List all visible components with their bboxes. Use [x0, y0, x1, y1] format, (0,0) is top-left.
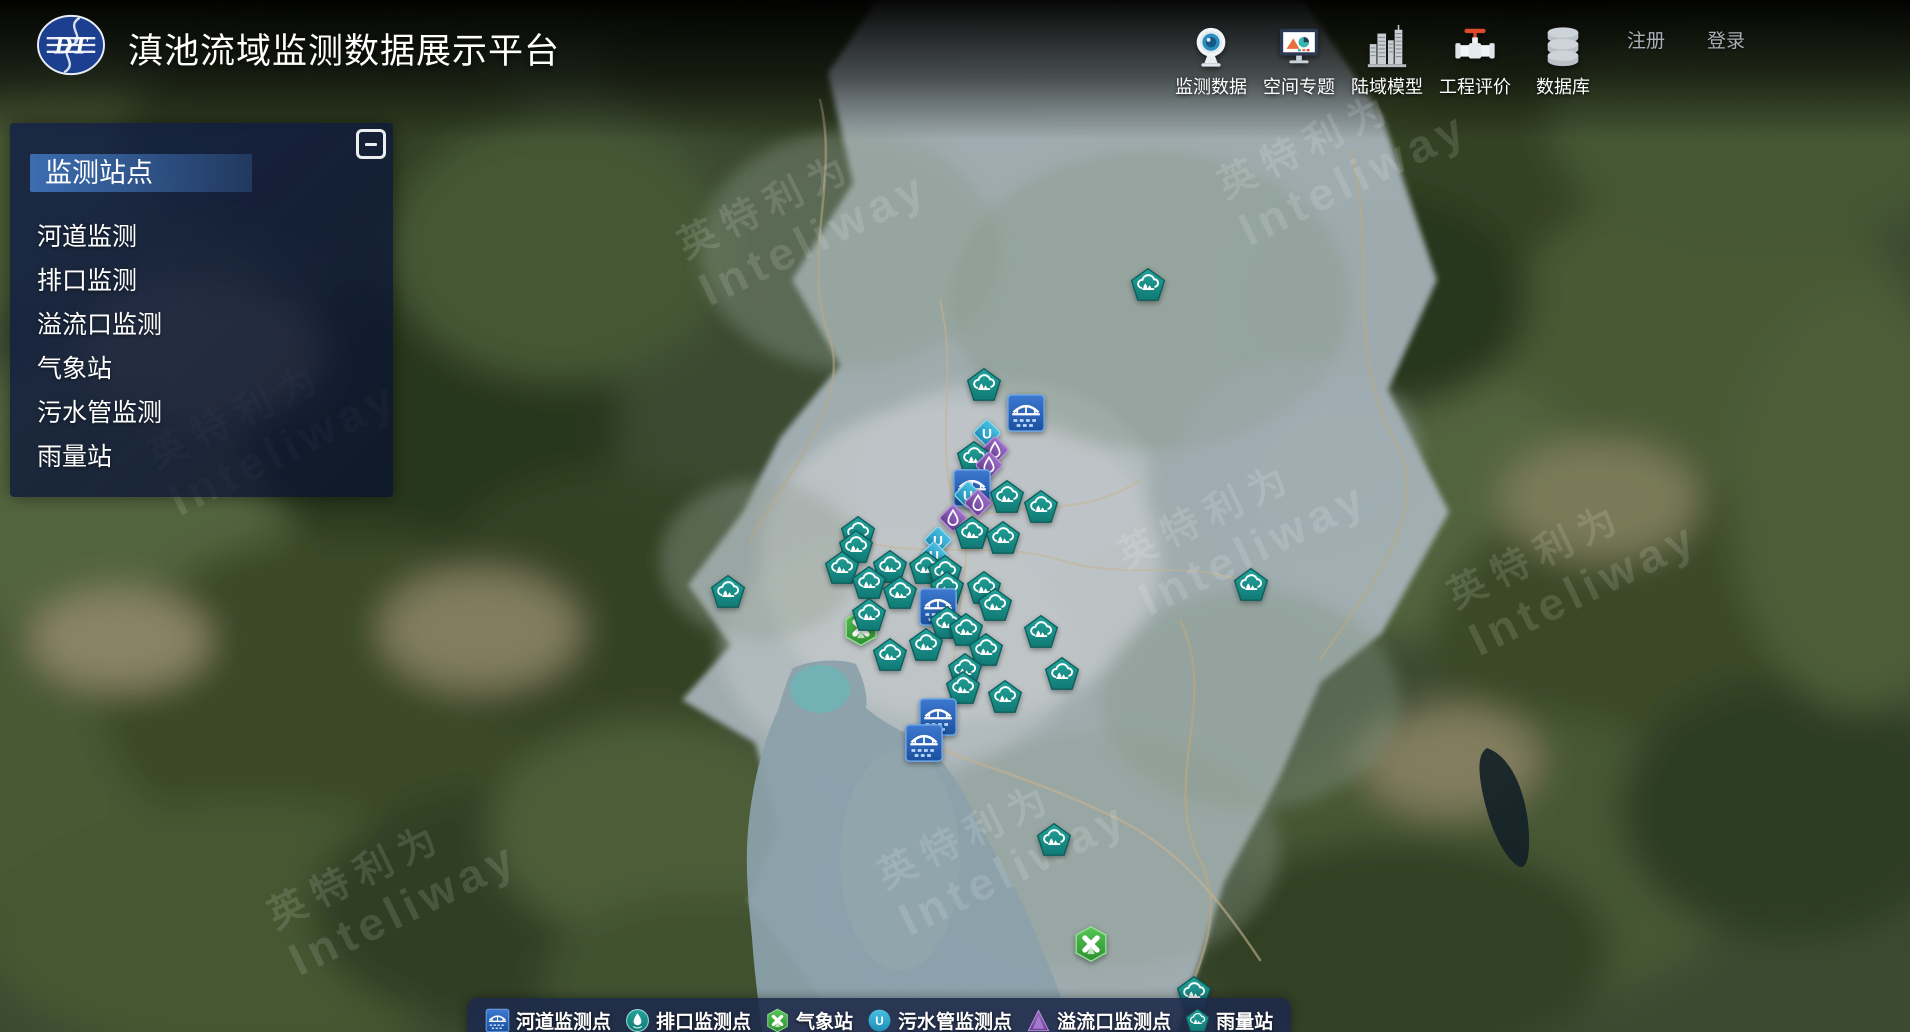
map-marker-rain[interactable]: [1233, 567, 1269, 603]
panel-menu: 河道监测 排口监测 溢流口监测 气象站 污水管监测 雨量站: [10, 215, 393, 479]
database-icon: [1539, 24, 1587, 70]
panel-item-sewage-monitoring[interactable]: 污水管监测: [37, 391, 393, 435]
nav-label: 陆域模型: [1351, 73, 1423, 99]
login-link[interactable]: 登录: [1707, 26, 1745, 53]
map-stage: U U: [0, 0, 1910, 1032]
city-buildings-icon: [1363, 24, 1411, 70]
legend-item-weather: 气象站: [765, 1007, 853, 1032]
nav-item-project-evaluation[interactable]: 工程评价: [1435, 24, 1515, 99]
overflow-station-icon: [1026, 1008, 1051, 1032]
top-bar: DT 滇池流域监测数据展示平台 监测数据: [0, 0, 1910, 112]
dt-globe-logo-icon: DT: [34, 12, 108, 78]
webcam-icon: [1187, 24, 1235, 70]
legend-label: 溢流口监测点: [1057, 1007, 1171, 1032]
river-station-icon: [485, 1008, 510, 1032]
map-marker-river[interactable]: [1006, 393, 1046, 433]
sewage-station-icon: [867, 1008, 892, 1032]
map-marker-rain[interactable]: [710, 574, 746, 610]
minimize-icon[interactable]: [356, 129, 386, 159]
register-link[interactable]: 注册: [1627, 26, 1665, 53]
legend-label: 河道监测点: [516, 1007, 611, 1032]
brand: DT 滇池流域监测数据展示平台: [34, 12, 560, 78]
legend-item-sewage: 污水管监测点: [867, 1007, 1012, 1032]
pipe-valve-icon: [1451, 24, 1499, 70]
legend-item-river: 河道监测点: [485, 1007, 611, 1032]
legend-label: 排口监测点: [656, 1007, 751, 1032]
panel-item-outlet-monitoring[interactable]: 排口监测: [37, 259, 393, 303]
main-nav: 监测数据 空间专题: [1171, 24, 1603, 99]
legend-item-outlet: 排口监测点: [625, 1007, 751, 1032]
legend-item-rain: 雨量站: [1185, 1007, 1273, 1032]
nav-item-spatial-topics[interactable]: 空间专题: [1259, 24, 1339, 99]
auth-links: 注册 登录: [1627, 26, 1745, 53]
svg-text:DT: DT: [53, 33, 89, 60]
outlet-station-icon: [625, 1008, 650, 1032]
legend-label: 雨量站: [1216, 1007, 1273, 1032]
weather-station-icon: [765, 1008, 790, 1032]
map-marker-river[interactable]: [904, 723, 944, 763]
nav-item-land-model[interactable]: 陆域模型: [1347, 24, 1427, 99]
map-marker-rain[interactable]: [851, 597, 887, 633]
map-marker-rain[interactable]: [872, 637, 908, 673]
map-marker-rain[interactable]: [966, 367, 1002, 403]
map-marker-rain[interactable]: [989, 479, 1025, 515]
map-marker-rain[interactable]: [1036, 822, 1072, 858]
monitoring-stations-panel: 监测站点 河道监测 排口监测 溢流口监测 气象站 污水管监测 雨量站: [10, 123, 393, 497]
panel-item-rain-gauge[interactable]: 雨量站: [37, 435, 393, 479]
panel-item-overflow-monitoring[interactable]: 溢流口监测: [37, 303, 393, 347]
map-marker-rain[interactable]: [985, 520, 1021, 556]
rain-gauge-icon: [1185, 1008, 1210, 1032]
legend-label: 气象站: [796, 1007, 853, 1032]
map-marker-rain[interactable]: [1044, 656, 1080, 692]
panel-title: 监测站点: [30, 154, 252, 192]
nav-label: 监测数据: [1175, 73, 1247, 99]
page-title: 滇池流域监测数据展示平台: [128, 23, 560, 74]
legend-label: 污水管监测点: [898, 1007, 1012, 1032]
map-marker-rain[interactable]: [908, 627, 944, 663]
nav-item-monitoring-data[interactable]: 监测数据: [1171, 24, 1251, 99]
map-legend: 河道监测点 排口监测点 气象站 污水管监测点 溢流口监测点 雨量站: [467, 998, 1291, 1032]
nav-label: 工程评价: [1439, 73, 1511, 99]
nav-item-database[interactable]: 数据库: [1523, 24, 1603, 99]
map-marker-weather[interactable]: [1072, 925, 1110, 963]
map-marker-rain[interactable]: [1023, 614, 1059, 650]
monitor-chart-icon: [1275, 24, 1323, 70]
map-marker-rain[interactable]: [987, 679, 1023, 715]
legend-item-overflow: 溢流口监测点: [1026, 1007, 1171, 1032]
panel-item-river-monitoring[interactable]: 河道监测: [37, 215, 393, 259]
nav-label: 空间专题: [1263, 73, 1335, 99]
panel-item-weather-station[interactable]: 气象站: [37, 347, 393, 391]
map-marker-rain[interactable]: [1130, 267, 1166, 303]
map-marker-rain[interactable]: [1023, 489, 1059, 525]
nav-label: 数据库: [1536, 73, 1590, 99]
